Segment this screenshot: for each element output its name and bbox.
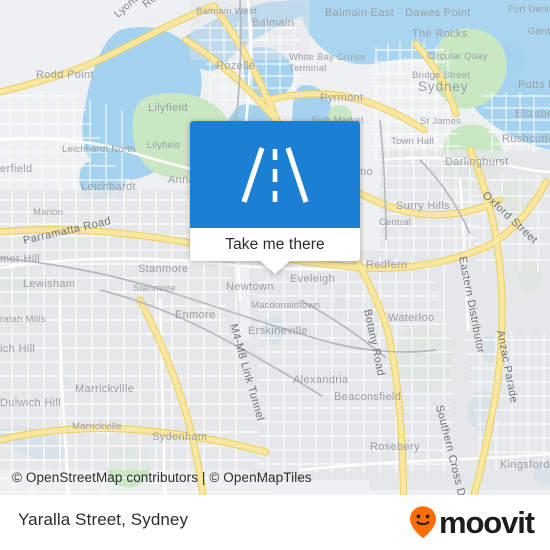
map-label: Eveleigh bbox=[290, 273, 335, 285]
take-me-there-callout[interactable]: Take me there bbox=[190, 121, 360, 274]
map-label: Potts Point bbox=[518, 79, 550, 91]
callout-label: Take me there bbox=[225, 235, 325, 253]
place-name: Yaralla Street, Sydney bbox=[18, 510, 189, 529]
map-label: Kingsford bbox=[500, 459, 550, 471]
map-label: Stanmore bbox=[133, 283, 176, 294]
map-label: Surry Hills bbox=[396, 200, 450, 212]
map-label: Lewisham bbox=[23, 278, 75, 290]
map-label: Sydney bbox=[418, 79, 468, 94]
road-perspective-icon bbox=[241, 146, 309, 203]
map-label: Erskineville bbox=[248, 325, 308, 337]
map-label: Darlinghurst bbox=[445, 156, 509, 168]
map-label: Enmore bbox=[175, 309, 216, 321]
map-label: Pyrmont bbox=[320, 92, 363, 104]
callout-body[interactable]: Take me there bbox=[190, 121, 360, 261]
map-label: Lilyfield bbox=[147, 140, 180, 151]
map-tiles: Lyons RoadRoadBalmain WestBalmainBalmain… bbox=[0, 0, 550, 550]
map-label: Balmain bbox=[252, 17, 294, 29]
map-canvas[interactable]: Lyons RoadRoadBalmain WestBalmainBalmain… bbox=[0, 0, 550, 550]
map-label: Leichhardt bbox=[81, 181, 136, 193]
map-label: mer Hill bbox=[0, 253, 40, 265]
map-label: Fort Denison bbox=[508, 4, 550, 15]
map-screenshot: Lyons RoadRoadBalmain WestBalmainBalmain… bbox=[0, 0, 550, 550]
map-label: Waterloo bbox=[388, 312, 434, 324]
map-label: Newtown bbox=[226, 281, 274, 293]
map-label: Lilyfield bbox=[148, 102, 188, 114]
moovit-pin-icon bbox=[409, 506, 436, 538]
map-label: Elizabeth B bbox=[515, 108, 550, 120]
map-label: Redfern bbox=[366, 259, 408, 271]
callout-action[interactable]: Take me there bbox=[190, 228, 360, 261]
map-label: Marrickville bbox=[72, 421, 122, 432]
moovit-logo[interactable]: moovit bbox=[408, 504, 535, 540]
map-attribution: © OpenStreetMap contributors | © OpenMap… bbox=[12, 470, 312, 485]
map-label: Sydenham bbox=[152, 431, 207, 443]
map-label: St James bbox=[420, 116, 461, 127]
map-label: The Rocks bbox=[412, 28, 468, 40]
map-label: ratah Mills bbox=[0, 314, 46, 325]
moovit-wordmark: moovit bbox=[438, 504, 535, 540]
map-label: Macdonaldtown bbox=[251, 300, 320, 311]
map-label: Balmain West bbox=[196, 6, 257, 17]
map-label: Marion bbox=[33, 207, 63, 218]
map-label: Dawes Point bbox=[405, 7, 471, 19]
map-label: Rozelle bbox=[216, 60, 255, 72]
map-label: Alexandria bbox=[293, 374, 349, 386]
map-label: Garden Is bbox=[528, 26, 550, 37]
map-label: Circular Quay bbox=[427, 51, 488, 62]
map-label: Rushcutters bbox=[502, 133, 550, 145]
map-label: Town Hall bbox=[391, 136, 434, 147]
map-label: Rosebery bbox=[370, 441, 420, 453]
map-label: erfield bbox=[0, 163, 32, 175]
map-label: Marrickville bbox=[75, 383, 134, 395]
map-label: Stanmore bbox=[138, 263, 189, 275]
map-label: Central bbox=[379, 217, 411, 228]
callout-pointer bbox=[260, 261, 290, 274]
map-label: Terminal bbox=[289, 63, 327, 74]
map-label: ich Hill bbox=[0, 343, 35, 355]
map-label: Leichhardt North bbox=[62, 144, 135, 155]
map-label: Balmain East bbox=[325, 7, 394, 19]
map-label: White Bay Cruise bbox=[289, 52, 366, 63]
map-label: Beaconsfield bbox=[334, 391, 401, 403]
map-label: Dulwich Hill bbox=[0, 397, 61, 409]
map-label: Rodd Point bbox=[36, 69, 94, 81]
callout-icon-area bbox=[190, 121, 360, 228]
